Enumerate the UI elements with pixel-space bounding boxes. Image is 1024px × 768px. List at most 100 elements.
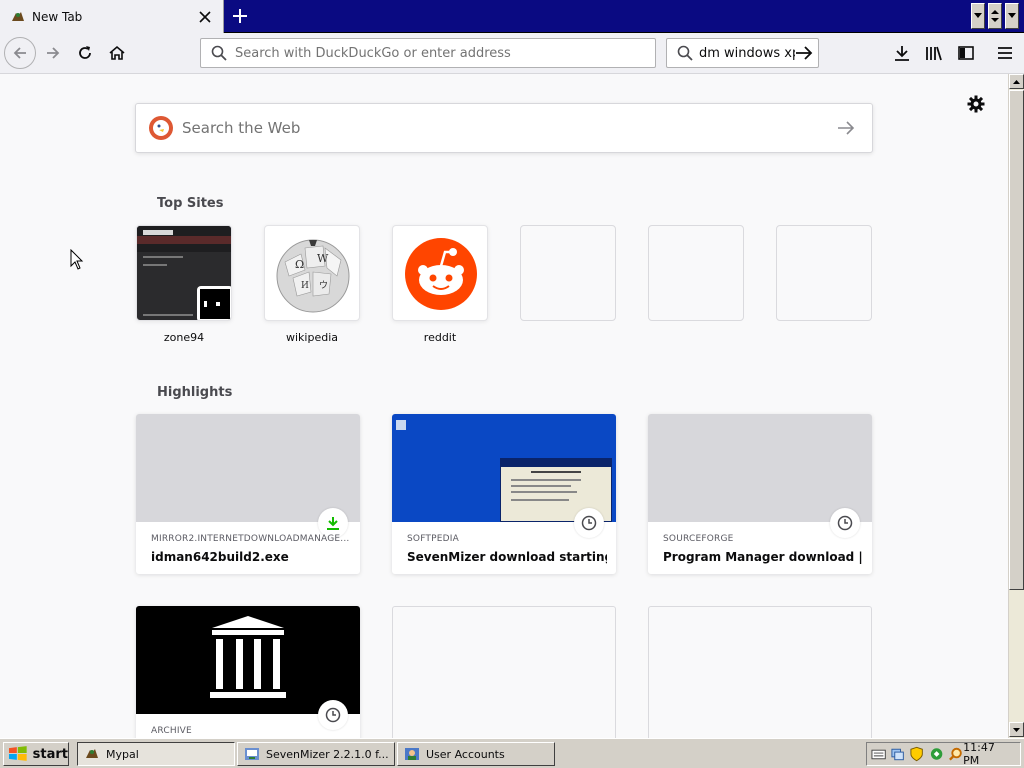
highlight-card-idman[interactable]: MIRROR2.INTERNETDOWNLOADMANAGE... idman6… <box>136 414 360 574</box>
start-label: start <box>32 746 68 762</box>
highlight-thumbnail <box>136 606 360 714</box>
chevron-down-icon <box>1008 13 1016 18</box>
network-icon[interactable] <box>890 746 905 762</box>
taskbar-item-sevenmizer[interactable]: SevenMizer 2.2.1.0 f... <box>237 742 395 766</box>
tab-scroll-button[interactable] <box>988 3 1002 29</box>
back-button[interactable] <box>4 37 36 69</box>
taskbar-item-label: SevenMizer 2.2.1.0 f... <box>266 747 389 761</box>
tab-list-dropdown-button[interactable] <box>971 3 985 29</box>
highlight-card-softpedia[interactable]: SOFTPEDIA SevenMizer download starting..… <box>392 414 616 574</box>
sidebar-icon <box>958 46 974 60</box>
highlight-thumbnail <box>136 414 360 522</box>
highlight-thumbnail <box>648 414 872 522</box>
back-arrow-icon <box>13 47 26 59</box>
search-bar[interactable] <box>666 38 819 68</box>
highlight-host: ARCHIVE <box>151 726 192 736</box>
home-button[interactable] <box>102 39 132 67</box>
settings-gear-icon[interactable] <box>966 94 986 114</box>
svg-text:И: И <box>301 281 309 291</box>
window-control-button[interactable] <box>1005 3 1019 29</box>
mypal-favicon-icon <box>12 11 24 21</box>
web-search-input[interactable] <box>182 119 834 137</box>
clock[interactable]: 11:47 PM <box>963 741 1012 767</box>
arrow-down-icon <box>1013 727 1020 732</box>
windows-flag-icon <box>8 746 27 761</box>
highlight-thumbnail <box>392 414 616 522</box>
web-search-box[interactable] <box>135 103 873 153</box>
svg-text:Ω: Ω <box>295 258 304 271</box>
search-submit-arrow-icon[interactable] <box>834 116 858 140</box>
tab-new-tab[interactable]: New Tab <box>0 0 224 33</box>
security-shield-icon[interactable] <box>909 746 924 762</box>
top-site-reddit[interactable]: reddit <box>392 225 488 344</box>
close-tab-icon[interactable] <box>195 7 215 27</box>
top-site-label: reddit <box>423 331 457 344</box>
top-site-empty-slot <box>648 225 744 321</box>
browser-window: New Tab Search with DuckDuckGo or enter … <box>0 0 1024 768</box>
highlights-heading: Highlights <box>157 385 233 400</box>
user-accounts-icon <box>405 748 419 760</box>
magnifier-icon[interactable] <box>948 746 963 762</box>
top-site-thumbnail: Ω W И ウ <box>264 225 360 321</box>
taskbar-item-mypal[interactable]: Mypal <box>77 742 235 766</box>
top-sites-heading: Top Sites <box>157 196 224 211</box>
top-site-label: zone94 <box>163 331 205 344</box>
library-icon <box>926 46 942 61</box>
forward-button[interactable] <box>38 39 68 67</box>
vertical-scrollbar[interactable] <box>1008 74 1024 738</box>
sidebar-button[interactable] <box>951 39 981 67</box>
windows-taskbar: start Mypal SevenMizer 2.2.1.0 f... User… <box>0 738 1024 768</box>
installer-icon <box>245 748 259 760</box>
tray-app-icon[interactable] <box>929 746 944 762</box>
search-icon <box>677 45 693 61</box>
empty-tile <box>648 225 744 321</box>
highlight-host: MIRROR2.INTERNETDOWNLOADMANAGE... <box>151 534 350 544</box>
highlight-empty-slot <box>648 606 872 738</box>
wikipedia-globe-icon: Ω W И ウ <box>276 239 350 313</box>
arrow-up-icon <box>1013 79 1020 84</box>
library-button[interactable] <box>919 39 949 67</box>
hamburger-menu-icon <box>998 47 1012 59</box>
search-go-icon[interactable] <box>795 45 813 61</box>
address-input[interactable] <box>235 45 655 61</box>
highlight-title: idman642build2.exe <box>151 550 289 564</box>
empty-tile <box>776 225 872 321</box>
start-button[interactable]: start <box>3 742 69 766</box>
chevron-down-icon <box>974 13 982 18</box>
highlight-card-archive[interactable]: ARCHIVE <box>136 606 360 738</box>
reload-icon <box>79 46 91 59</box>
downloads-button[interactable] <box>887 39 917 67</box>
scroll-up-button[interactable] <box>1009 74 1024 89</box>
highlight-card-sourceforge[interactable]: SOURCEFORGE Program Manager download | S… <box>648 414 872 574</box>
highlight-title: Program Manager download | So... <box>663 550 863 564</box>
scrollbar-thumb[interactable] <box>1009 90 1024 590</box>
highlight-host: SOURCEFORGE <box>663 534 734 544</box>
up-down-arrows-icon <box>991 10 999 22</box>
search-input[interactable] <box>699 45 795 61</box>
new-tab-button[interactable] <box>228 4 252 28</box>
highlight-host: SOFTPEDIA <box>407 534 459 544</box>
top-site-label: wikipedia <box>285 331 338 344</box>
keyboard-icon[interactable] <box>871 746 886 762</box>
plus-icon <box>233 9 247 23</box>
top-site-thumbnail <box>392 225 488 321</box>
home-icon <box>109 45 125 60</box>
top-site-wikipedia[interactable]: Ω W И ウ wikipedia <box>264 225 360 344</box>
reload-button[interactable] <box>70 39 100 67</box>
new-tab-page: Top Sites zone94 <box>0 74 1008 738</box>
top-site-empty-slot <box>520 225 616 321</box>
duckduckgo-logo-icon <box>149 116 173 140</box>
tab-title: New Tab <box>32 9 83 24</box>
address-bar[interactable] <box>200 38 656 68</box>
mouse-pointer-icon <box>70 249 84 270</box>
navigation-toolbar <box>0 33 1024 74</box>
menu-button[interactable] <box>990 39 1020 67</box>
top-site-empty-slot <box>776 225 872 321</box>
mypal-app-icon <box>86 749 98 758</box>
highlight-title: SevenMizer download starting... <box>407 550 607 564</box>
top-site-zone94[interactable]: zone94 <box>136 225 232 344</box>
taskbar-item-user-accounts[interactable]: User Accounts <box>397 742 555 766</box>
empty-tile <box>520 225 616 321</box>
system-tray: 11:47 PM <box>866 741 1021 767</box>
scroll-down-button[interactable] <box>1009 722 1024 737</box>
